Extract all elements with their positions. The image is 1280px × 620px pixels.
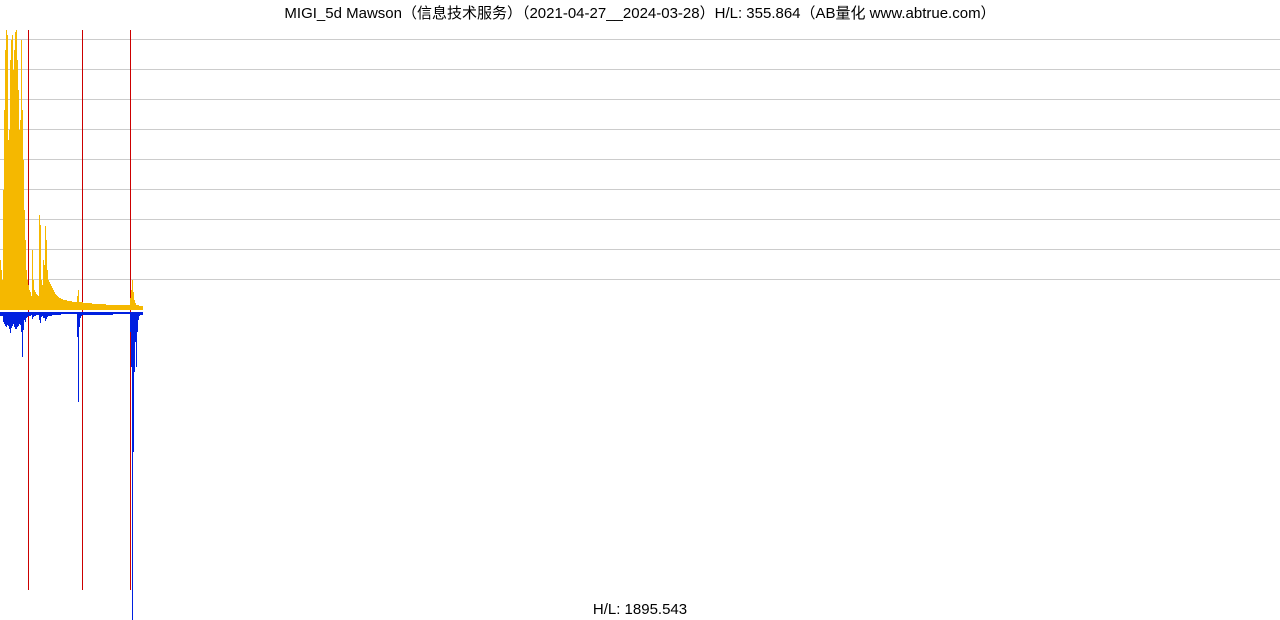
lower-bar <box>142 312 143 315</box>
chart-title: MIGI_5d Mawson（信息技术服务）（2021-04-27__2024-… <box>0 2 1280 23</box>
upper-bar <box>142 306 143 310</box>
chart-area <box>0 24 1280 604</box>
bars-container <box>0 24 1280 604</box>
